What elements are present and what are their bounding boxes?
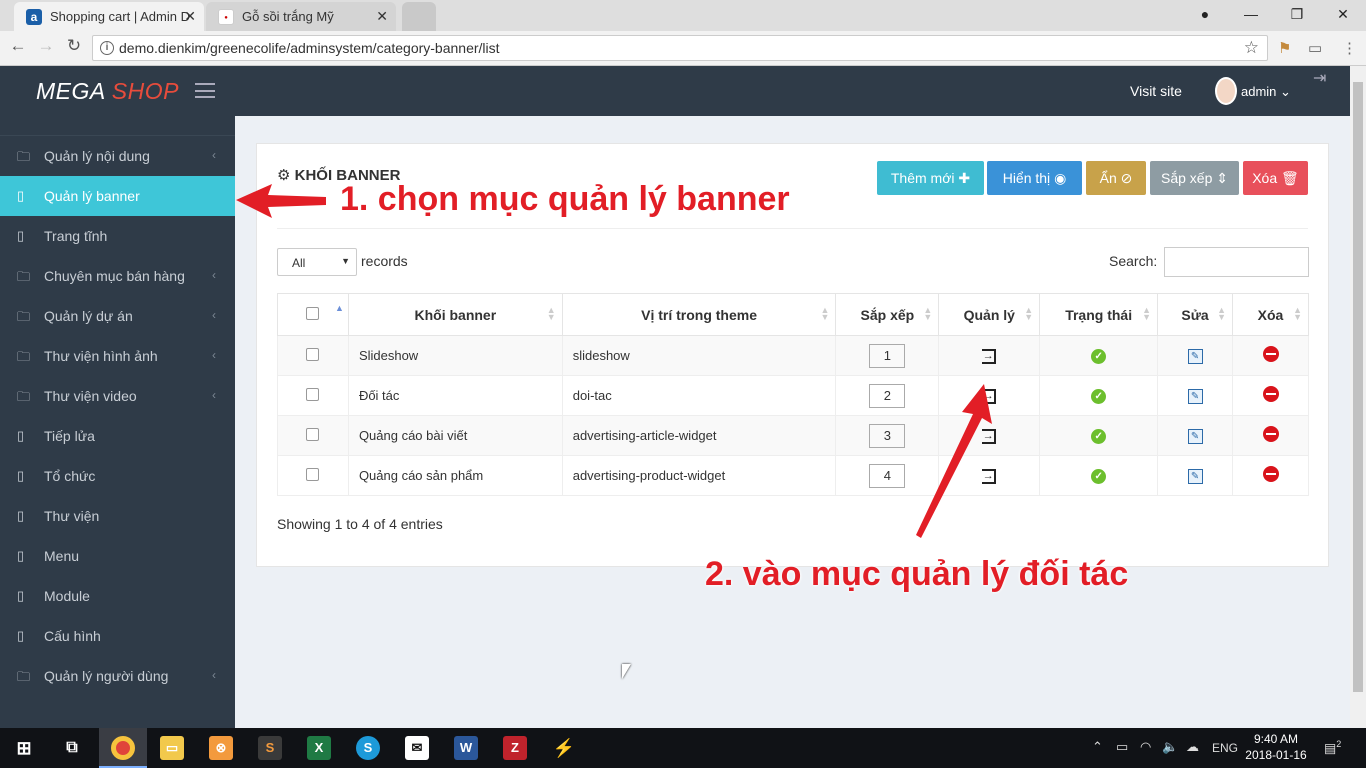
scrollbar-thumb[interactable] [1353, 82, 1363, 692]
clock-time: 9:40 AM [1253, 732, 1299, 746]
volume-icon[interactable]: 🔈 [1162, 739, 1178, 755]
excel-icon[interactable]: X [307, 736, 331, 760]
filezilla-icon[interactable]: Z [503, 736, 527, 760]
mouse-cursor-icon [622, 664, 631, 679]
notification-count: 2 [1336, 739, 1342, 749]
skype-icon[interactable]: S [356, 736, 380, 760]
sublime-text-icon[interactable]: S [258, 736, 282, 760]
clock-date: 2018-01-16 [1245, 748, 1307, 762]
windows-start-icon[interactable]: ⊞ [12, 736, 36, 760]
mail-icon[interactable]: ✉ [405, 736, 429, 760]
app-lightning-icon[interactable]: ⚡ [552, 736, 576, 760]
windows-taskbar: ⊞ ⧉ ▭ ⊗ S X S ✉ W Z ⚡ ⌃ ▭ ◠ 🔈 ☁ ENG 9:40… [0, 728, 1366, 768]
file-explorer-icon[interactable]: ▭ [160, 736, 184, 760]
annotation-arrows [236, 184, 992, 538]
annotation-step1: 1. chọn mục quản lý banner [340, 180, 790, 218]
task-view-icon[interactable]: ⧉ [60, 736, 84, 760]
annotation-step2: 2. vào mục quản lý đối tác [705, 555, 1129, 593]
tray-chevron-up-icon[interactable]: ⌃ [1092, 739, 1103, 755]
arrow-to-sidebar-icon [236, 184, 326, 218]
onedrive-icon[interactable]: ☁ [1186, 739, 1199, 755]
battery-icon[interactable]: ▭ [1116, 739, 1128, 755]
page-scrollbar[interactable] [1350, 66, 1366, 728]
chrome-icon[interactable] [111, 736, 135, 760]
language-indicator[interactable]: ENG [1212, 741, 1238, 755]
arrow-to-manage-icon [916, 384, 992, 538]
word-icon[interactable]: W [454, 736, 478, 760]
wifi-icon[interactable]: ◠ [1140, 739, 1151, 755]
notification-center-icon[interactable]: ▤2 [1324, 739, 1341, 756]
clock[interactable]: 9:40 AM 2018-01-16 [1240, 731, 1312, 763]
app-orange-icon[interactable]: ⊗ [209, 736, 233, 760]
